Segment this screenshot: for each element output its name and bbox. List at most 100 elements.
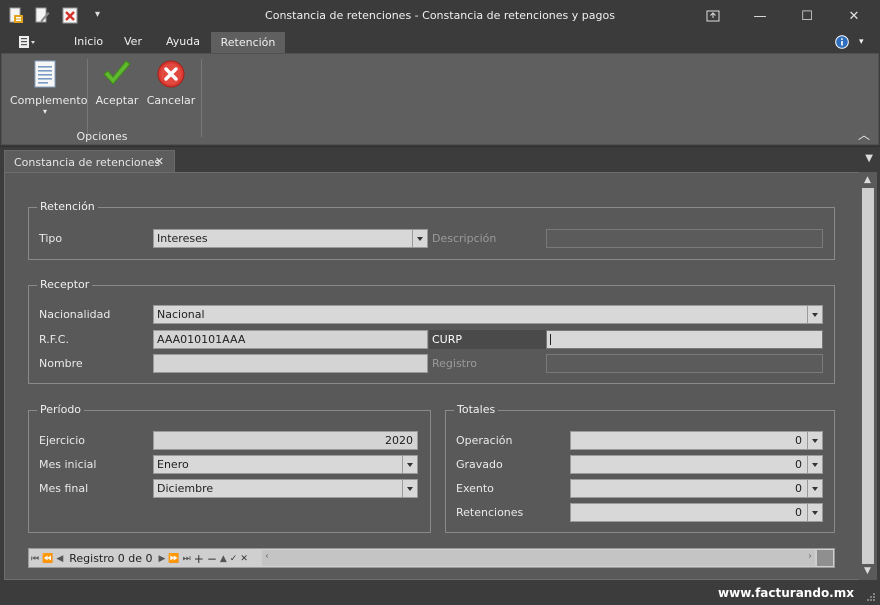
status-bar: www.facturando.mx: [0, 582, 880, 605]
receptor-legend: Receptor: [37, 278, 93, 291]
close-window-button[interactable]: ✕: [831, 0, 877, 32]
collapse-ribbon-button[interactable]: ︿: [857, 126, 871, 143]
nombre-field[interactable]: [153, 354, 428, 373]
scroll-up-icon[interactable]: ▲: [864, 175, 871, 185]
complemento-label: Complemento: [10, 94, 88, 107]
help-info-icon[interactable]: [835, 35, 849, 52]
aceptar-label: Aceptar: [95, 94, 139, 107]
gravado-value: 0: [795, 458, 802, 471]
chevron-down-icon[interactable]: [807, 504, 822, 521]
horizontal-scrollbar[interactable]: ‹ ›: [262, 550, 815, 566]
complemento-button[interactable]: Complemento ▾: [10, 59, 88, 116]
cancel-icon: [157, 60, 185, 88]
operacion-value: 0: [795, 434, 802, 447]
app-menu-button[interactable]: [18, 35, 36, 52]
chevron-down-icon[interactable]: [402, 456, 417, 473]
mes-inicial-select[interactable]: Enero: [153, 455, 418, 474]
chevron-down-icon[interactable]: [402, 480, 417, 497]
last-record-icon[interactable]: ⏭: [183, 554, 191, 564]
operacion-label: Operación: [456, 434, 513, 447]
tipo-value: Intereses: [157, 232, 208, 245]
vertical-scrollbar[interactable]: ▲ ▼: [859, 172, 877, 580]
tab-list-dropdown-icon[interactable]: ▼: [865, 153, 873, 164]
tipo-select[interactable]: Intereses: [153, 229, 428, 248]
mes-final-select[interactable]: Diciembre: [153, 479, 418, 498]
aceptar-button[interactable]: Aceptar: [92, 59, 142, 107]
title-bar: ▾ Constancia de retenciones - Constancia…: [0, 0, 880, 32]
maximize-button[interactable]: ☐: [784, 0, 830, 32]
menu-bar: Inicio Ver Ayuda Retención ▾: [0, 32, 880, 53]
scroll-left-icon[interactable]: ‹: [265, 551, 269, 562]
mes-inicial-label: Mes inicial: [39, 458, 97, 471]
help-dropdown-icon[interactable]: ▾: [859, 37, 864, 47]
scroll-right-icon[interactable]: ›: [808, 551, 812, 562]
curp-label-cell: CURP: [429, 330, 546, 349]
gravado-label: Gravado: [456, 458, 503, 471]
nacionalidad-select[interactable]: Nacional: [153, 305, 823, 324]
prev-record-icon[interactable]: ◀: [56, 554, 63, 564]
chevron-down-icon[interactable]: [412, 230, 427, 247]
restore-panel-button[interactable]: [690, 0, 736, 32]
totales-legend: Totales: [454, 403, 499, 416]
registro-label: Registro: [432, 357, 478, 370]
next-page-icon[interactable]: ⏩: [168, 554, 179, 564]
operacion-field[interactable]: 0: [570, 431, 823, 450]
navigator-buttons: ⏮ ⏪ ◀ Registro 0 de 0 ▶ ⏩ ⏭ + − ▲ ✓ ✕: [31, 551, 248, 566]
ribbon-group-label: Opciones: [76, 130, 128, 143]
tipo-label: Tipo: [39, 232, 63, 245]
mes-final-label: Mes final: [39, 482, 89, 495]
tab-ver[interactable]: Ver: [124, 35, 142, 48]
edit-record-icon[interactable]: ▲: [220, 554, 227, 564]
descripcion-field: [546, 229, 823, 248]
complemento-icon: [34, 60, 56, 88]
doc-tab-constancia[interactable]: Constancia de retenciones ✕: [4, 150, 175, 173]
mes-final-value: Diciembre: [157, 482, 214, 495]
brand-link[interactable]: www.facturando.mx: [718, 586, 854, 600]
rfc-field[interactable]: AAA010101AAA: [153, 330, 428, 349]
nombre-label: Nombre: [39, 357, 83, 370]
minimize-button[interactable]: —: [737, 0, 783, 32]
ejercicio-field[interactable]: 2020: [153, 431, 418, 450]
resize-grip-icon: [866, 592, 876, 602]
mes-inicial-value: Enero: [157, 458, 189, 471]
curp-field[interactable]: [546, 330, 823, 349]
registro-field: [546, 354, 823, 373]
periodo-legend: Período: [37, 403, 85, 416]
gravado-field[interactable]: 0: [570, 455, 823, 474]
cancel-edit-icon[interactable]: ✕: [240, 554, 248, 564]
next-record-icon[interactable]: ▶: [159, 554, 166, 564]
scrollbar-thumb[interactable]: [862, 188, 874, 564]
panel-icon: [706, 10, 720, 22]
save-record-icon[interactable]: ✓: [230, 554, 238, 564]
doc-tab-label: Constancia de retenciones: [14, 155, 161, 169]
size-grip: [817, 550, 833, 566]
complemento-dropdown-icon: ▾: [42, 107, 47, 116]
delete-record-icon[interactable]: −: [207, 552, 217, 566]
scroll-down-icon[interactable]: ▼: [864, 566, 871, 576]
app-menu-icon: [19, 36, 35, 48]
tab-inicio[interactable]: Inicio: [74, 35, 103, 48]
ejercicio-label: Ejercicio: [39, 434, 85, 447]
cancelar-button[interactable]: Cancelar: [144, 59, 198, 107]
exento-value: 0: [795, 482, 802, 495]
add-record-icon[interactable]: +: [194, 552, 204, 566]
nacionalidad-value: Nacional: [157, 308, 205, 321]
chevron-down-icon[interactable]: [807, 432, 822, 449]
chevron-down-icon[interactable]: [807, 306, 822, 323]
retenciones-value: 0: [795, 506, 802, 519]
descripcion-label: Descripción: [432, 232, 497, 245]
prev-page-icon[interactable]: ⏪: [42, 554, 53, 564]
first-record-icon[interactable]: ⏮: [31, 554, 39, 564]
cancelar-label: Cancelar: [146, 94, 196, 107]
exento-field[interactable]: 0: [570, 479, 823, 498]
rfc-label: R.F.C.: [39, 333, 69, 346]
chevron-down-icon[interactable]: [807, 480, 822, 497]
retenciones-field[interactable]: 0: [570, 503, 823, 522]
chevron-down-icon[interactable]: [807, 456, 822, 473]
exento-label: Exento: [456, 482, 494, 495]
close-tab-icon[interactable]: ✕: [155, 155, 164, 168]
retenciones-label: Retenciones: [456, 506, 524, 519]
record-navigator: ⏮ ⏪ ◀ Registro 0 de 0 ▶ ⏩ ⏭ + − ▲ ✓ ✕ ‹ …: [28, 548, 835, 568]
tab-retencion[interactable]: Retención: [211, 32, 285, 53]
tab-ayuda[interactable]: Ayuda: [166, 35, 200, 48]
